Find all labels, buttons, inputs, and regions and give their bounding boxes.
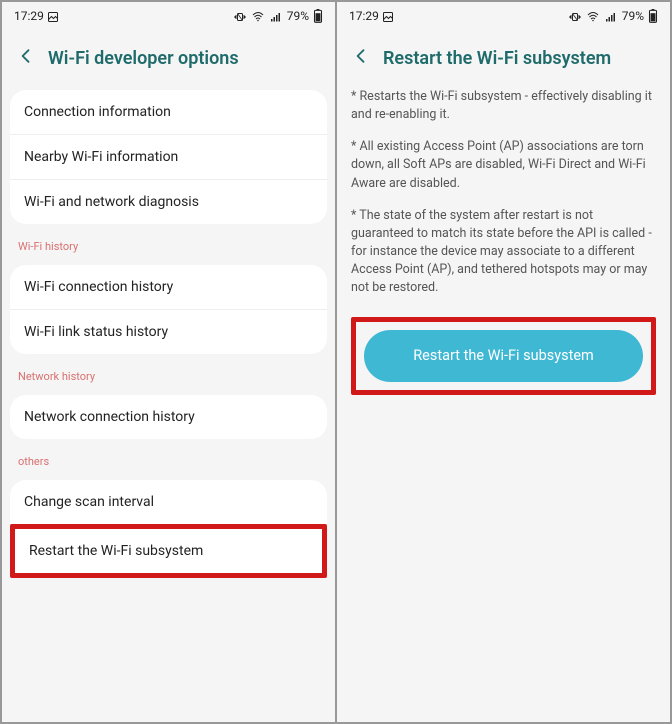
clock: 17:29 bbox=[14, 9, 44, 23]
row-wifi-link-status-history[interactable]: Wi-Fi link status history bbox=[10, 310, 327, 354]
description-p2: * All existing Access Point (AP) associa… bbox=[337, 134, 670, 202]
detail-content: * Restarts the Wi-Fi subsystem - effecti… bbox=[337, 84, 670, 722]
row-network-connection-history[interactable]: Network connection history bbox=[10, 395, 327, 439]
section-wifi-history: Wi-Fi history bbox=[2, 230, 335, 259]
highlight-restart-button: Restart the Wi-Fi subsystem bbox=[351, 317, 656, 395]
signal-icon bbox=[269, 9, 283, 23]
battery-percent: 79% bbox=[622, 9, 644, 23]
status-left: 17:29 bbox=[349, 9, 394, 23]
restart-wifi-button[interactable]: Restart the Wi-Fi subsystem bbox=[364, 330, 643, 382]
vibrate-icon bbox=[568, 9, 582, 23]
clock: 17:29 bbox=[349, 9, 379, 23]
page-title: Restart the Wi-Fi subsystem bbox=[383, 48, 611, 69]
status-bar: 17:29 79% bbox=[2, 2, 335, 30]
row-nearby-wifi[interactable]: Nearby Wi-Fi information bbox=[10, 135, 327, 180]
group-network-history: Network connection history bbox=[10, 395, 327, 439]
back-icon[interactable] bbox=[16, 46, 36, 70]
status-bar: 17:29 79% bbox=[337, 2, 670, 30]
wifi-icon bbox=[251, 9, 265, 23]
page-title: Wi-Fi developer options bbox=[48, 48, 239, 69]
image-icon bbox=[47, 9, 59, 23]
image-icon bbox=[382, 9, 394, 23]
back-icon[interactable] bbox=[351, 46, 371, 70]
description-p3: * The state of the system after restart … bbox=[337, 203, 670, 308]
battery-icon bbox=[648, 9, 658, 24]
group-general: Connection information Nearby Wi-Fi info… bbox=[10, 90, 327, 224]
battery-icon bbox=[313, 9, 323, 24]
right-screen: 17:29 79% Restart the Wi-Fi subsyste bbox=[336, 1, 671, 723]
description-p1: * Restarts the Wi-Fi subsystem - effecti… bbox=[337, 84, 670, 134]
row-restart-wifi-subsystem[interactable]: Restart the Wi-Fi subsystem bbox=[15, 529, 322, 573]
group-others: Change scan interval bbox=[10, 480, 327, 524]
row-wifi-connection-history[interactable]: Wi-Fi connection history bbox=[10, 265, 327, 310]
header: Restart the Wi-Fi subsystem bbox=[337, 30, 670, 84]
row-change-scan-interval[interactable]: Change scan interval bbox=[10, 480, 327, 524]
signal-icon bbox=[604, 9, 618, 23]
row-wifi-diagnosis[interactable]: Wi-Fi and network diagnosis bbox=[10, 180, 327, 224]
highlight-restart-row: Restart the Wi-Fi subsystem bbox=[10, 524, 327, 578]
row-connection-info[interactable]: Connection information bbox=[10, 90, 327, 135]
vibrate-icon bbox=[233, 9, 247, 23]
status-right: 79% bbox=[233, 9, 323, 24]
group-wifi-history: Wi-Fi connection history Wi-Fi link stat… bbox=[10, 265, 327, 354]
status-left: 17:29 bbox=[14, 9, 59, 23]
status-right: 79% bbox=[568, 9, 658, 24]
section-network-history: Network history bbox=[2, 360, 335, 389]
section-others: others bbox=[2, 445, 335, 474]
battery-percent: 79% bbox=[287, 9, 309, 23]
left-screen: 17:29 79% Wi-Fi developer options bbox=[1, 1, 336, 723]
header: Wi-Fi developer options bbox=[2, 30, 335, 84]
settings-list: Connection information Nearby Wi-Fi info… bbox=[2, 84, 335, 722]
wifi-icon bbox=[586, 9, 600, 23]
